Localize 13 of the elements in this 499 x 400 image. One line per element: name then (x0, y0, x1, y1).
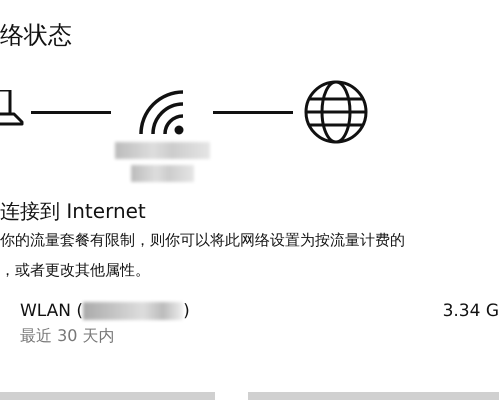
usage-period: 最近 30 天内 (19, 326, 115, 347)
globe-icon (303, 79, 369, 145)
status-description: ，或者更改其他属性。 (0, 260, 150, 281)
network-name: WLAN ( (20, 301, 84, 321)
wifi-icon (139, 90, 185, 136)
connection-status: 连接到 Internet (0, 198, 146, 224)
data-usage-amount: 3.34 G (442, 301, 499, 321)
blurred-network-name (130, 165, 194, 182)
status-description: 你的流量套餐有限制，则你可以将此网络设置为按流量计费的 (0, 230, 405, 251)
action-button[interactable] (0, 392, 215, 400)
network-name: ) (183, 301, 190, 321)
page-title: 络状态 (0, 20, 72, 50)
action-button[interactable] (248, 392, 499, 400)
